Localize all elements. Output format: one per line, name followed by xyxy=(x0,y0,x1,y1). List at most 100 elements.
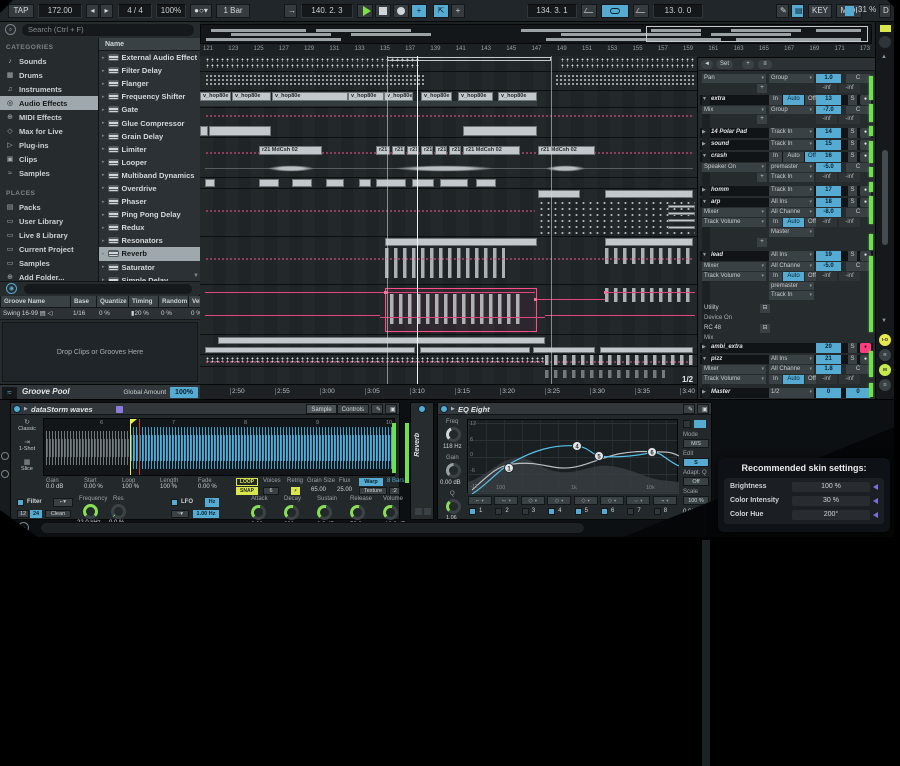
voices-select[interactable]: 6 xyxy=(263,487,279,495)
band-enable-checkbox[interactable] xyxy=(627,508,634,515)
scroll-up-icon[interactable]: ▲ xyxy=(881,54,887,60)
groove-column-header[interactable]: Base xyxy=(70,296,96,307)
sidebar-category[interactable]: ♫ Instruments xyxy=(0,82,98,96)
sidebar-place[interactable]: ▤ Packs xyxy=(0,200,98,214)
band-shape-select[interactable]: ◇ xyxy=(574,496,598,505)
groove-drop-zone[interactable]: Drop Clips or Grooves Here xyxy=(2,322,198,382)
freq-value[interactable]: 118 Hz xyxy=(443,444,462,450)
groove-wave-icon[interactable]: ≈ xyxy=(2,387,17,399)
lfo-wave-select[interactable]: ~▾ xyxy=(171,510,189,518)
mixer-io1[interactable]: In xyxy=(769,95,782,105)
groove-column-header[interactable]: Quantize xyxy=(96,296,128,307)
setting-value[interactable]: 100 % xyxy=(792,482,870,492)
band-enable-checkbox[interactable] xyxy=(654,508,661,515)
mixer-io1[interactable]: In xyxy=(769,272,782,281)
flux-value[interactable]: 25.00 xyxy=(337,487,352,493)
crash-clip[interactable]: r21 MdCsh 02 xyxy=(259,146,322,155)
band-shape-select[interactable]: ◇ xyxy=(600,496,624,505)
sidebar-place[interactable]: ▭ User Library xyxy=(0,214,98,228)
mixer-p2[interactable]: Track In xyxy=(769,140,814,150)
audio-clip[interactable]: v_hop80e xyxy=(384,92,413,101)
draw-mode-button[interactable]: ✎ xyxy=(776,4,789,18)
mixer-inf2[interactable]: -inf xyxy=(839,272,860,281)
overdub-button[interactable]: + xyxy=(411,4,427,18)
snap-toggle[interactable]: SNAP xyxy=(236,487,258,495)
search-icon[interactable]: ⌕ xyxy=(5,24,16,35)
band-enable-checkbox[interactable] xyxy=(601,508,608,515)
filter-checkbox[interactable] xyxy=(17,499,24,506)
freq-knob[interactable] xyxy=(446,427,461,442)
band-shape-select[interactable]: ⌵ xyxy=(626,496,650,505)
clip-block[interactable] xyxy=(200,126,208,136)
mixer-p2[interactable]: premaster xyxy=(769,163,814,172)
mixer-p1[interactable]: Mixer xyxy=(702,208,766,217)
mixer-devmin[interactable]: ⊟ xyxy=(760,304,770,313)
mixer-pan[interactable]: 0 xyxy=(846,388,870,398)
mixer-inf2[interactable]: -inf xyxy=(839,115,860,124)
scrollbar-thumb[interactable] xyxy=(882,150,888,245)
param[interactable]: Loop 100 % xyxy=(122,478,148,490)
reverb-device-collapsed[interactable]: Reverb xyxy=(410,402,434,520)
mixer-io2[interactable]: Auto xyxy=(783,95,804,105)
browser-item[interactable]: Simple Delay xyxy=(99,274,200,281)
eq-band[interactable]: ¬ 8 xyxy=(652,496,678,518)
mixer-inf2[interactable]: -inf xyxy=(839,375,860,384)
nudge-up-button[interactable]: ▸ xyxy=(100,4,113,18)
loop-brace[interactable] xyxy=(387,57,551,61)
sidebar-place[interactable]: ▭ Live 8 Library xyxy=(0,228,98,242)
param[interactable]: Length 100 % xyxy=(160,478,186,490)
groove-column-header[interactable]: Velocity xyxy=(188,296,200,307)
sample-waveform[interactable]: 678910 xyxy=(43,418,395,476)
retrig-toggle[interactable]: ⚡ xyxy=(291,487,300,495)
time-signature[interactable]: 4 / 4 xyxy=(118,4,152,18)
mixer-solo[interactable]: S xyxy=(848,152,857,162)
mixer-val[interactable]: 21 xyxy=(816,355,841,365)
browser-item[interactable]: Looper xyxy=(99,156,200,169)
sidebar-category[interactable]: ▷ Plug-ins xyxy=(0,138,98,152)
mixer-p2[interactable]: All Channe xyxy=(769,208,814,217)
mixer-inf2[interactable]: -inf xyxy=(839,218,860,227)
section-toggle[interactable]: R xyxy=(879,349,891,361)
browser-item[interactable]: Filter Delay xyxy=(99,64,200,77)
audio-clip[interactable]: v_hop80e xyxy=(272,92,348,101)
band-enable-checkbox[interactable] xyxy=(495,508,502,515)
mixer-pan[interactable]: C xyxy=(846,262,870,271)
nudge-down-button[interactable]: ◂ xyxy=(86,4,99,18)
mixer-plus[interactable]: + xyxy=(757,173,767,182)
crash-clip[interactable]: r21 xyxy=(435,146,447,155)
new-button[interactable]: + xyxy=(451,4,465,18)
mixer-val[interactable]: 1.0 xyxy=(816,74,841,83)
crash-clip[interactable]: r21 MdCsh 02 xyxy=(538,146,595,155)
sidebar-category[interactable]: ▦ Drums xyxy=(0,68,98,82)
slider-arrow-icon[interactable] xyxy=(873,498,878,504)
device-on-toggle[interactable] xyxy=(440,405,448,413)
param-value[interactable]: 100 % xyxy=(160,484,186,490)
mixer-val[interactable]: 19 xyxy=(816,251,841,261)
play-button[interactable] xyxy=(357,4,373,18)
audio-clip[interactable]: v_hop80e xyxy=(498,92,537,101)
mixer-val[interactable]: 1.8 xyxy=(816,365,841,374)
follow-icon[interactable]: → xyxy=(284,4,297,18)
filter-type-select[interactable]: ⌐▾ xyxy=(53,498,73,507)
env-knob[interactable] xyxy=(251,505,266,520)
browser-item[interactable]: Multiband Dynamics xyxy=(99,169,200,182)
browser-item[interactable]: Saturator xyxy=(99,261,200,274)
mixer-io1[interactable]: In xyxy=(769,218,782,227)
groove-column-header[interactable]: Random xyxy=(158,296,188,307)
mixer-val[interactable]: -5.0 xyxy=(816,262,841,271)
filter-drive-select[interactable]: Clean xyxy=(45,510,71,518)
mixer-inf1[interactable]: -inf xyxy=(816,84,837,93)
save-icon[interactable]: ▣ xyxy=(385,404,397,414)
browser-item[interactable]: Flanger xyxy=(99,77,200,90)
save-icon[interactable]: ▣ xyxy=(697,404,709,414)
map-icon[interactable]: ✎ xyxy=(371,404,383,414)
sidebar-category[interactable]: ◎ Audio Effects xyxy=(0,96,98,110)
param-value[interactable]: 0.00 % xyxy=(84,484,110,490)
loop-marker-icon[interactable] xyxy=(880,25,891,32)
sidebar-place[interactable]: ▭ Current Project xyxy=(0,242,98,256)
env-knob[interactable] xyxy=(383,505,398,520)
arrangement-overview[interactable] xyxy=(200,24,872,44)
groove-cell[interactable]: ▮20 % xyxy=(128,308,158,319)
tempo-display[interactable]: 172.00 xyxy=(38,4,82,18)
clip-block[interactable] xyxy=(209,126,271,136)
